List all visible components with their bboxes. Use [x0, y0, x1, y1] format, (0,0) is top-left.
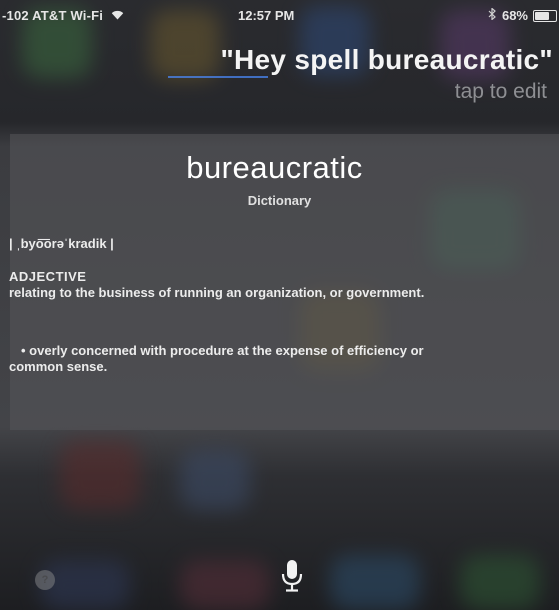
definition-secondary-text: • overly concerned with procedure at the… [9, 343, 424, 374]
dictionary-source: Dictionary [247, 193, 312, 208]
bluetooth-icon [488, 7, 496, 23]
background-app-blur [60, 440, 140, 510]
battery-fill [535, 11, 549, 20]
background-app-blur [460, 555, 540, 610]
battery-percent: 68% [501, 8, 528, 23]
background-app-blur [180, 450, 250, 510]
background-app-blur [330, 555, 420, 610]
status-right-group: 68% [488, 7, 557, 23]
carrier-label: -102 AT&T Wi-Fi [2, 8, 104, 23]
query-underline [168, 76, 268, 78]
carrier-info: -102 AT&T Wi-Fi [2, 8, 124, 23]
tap-to-edit-link[interactable]: tap to edit [455, 80, 547, 104]
help-button[interactable]: ? [35, 570, 55, 590]
wifi-icon [111, 9, 124, 23]
siri-query-text[interactable]: "Hey spell bureaucratic" [220, 44, 553, 76]
question-icon: ? [41, 574, 49, 586]
status-bar: -102 AT&T Wi-Fi 12:57 PM 68% [0, 0, 559, 32]
dictionary-word: bureaucratic [186, 150, 363, 185]
status-time: 12:57 PM [238, 8, 295, 23]
background-app-blur [180, 560, 270, 610]
siri-screen: -102 AT&T Wi-Fi 12:57 PM 68% "Hey spell … [0, 0, 559, 610]
battery-icon [533, 9, 557, 22]
pronunciation: | ˌbyo͞orəˈkradik | [9, 236, 114, 251]
microphone-icon [281, 560, 303, 592]
definition-primary: relating to the business of running an o… [9, 285, 425, 300]
definition-secondary: • overly concerned with procedure at the… [9, 343, 479, 375]
microphone-button[interactable] [279, 559, 305, 593]
part-of-speech: ADJECTIVE [9, 269, 87, 284]
